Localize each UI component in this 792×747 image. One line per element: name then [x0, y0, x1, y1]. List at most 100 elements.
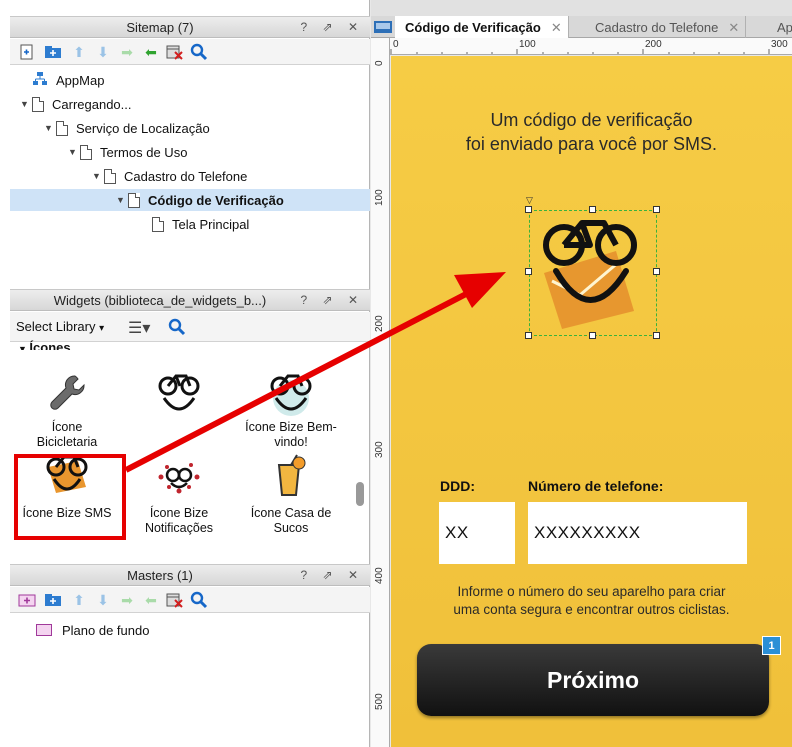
next-button[interactable]: Próximo [417, 644, 769, 716]
sitemap-item-content: ▼ Código de Verificação [10, 192, 284, 208]
sitemap-item-label: Tela Principal [172, 216, 250, 232]
triangle-down-icon[interactable]: ▼ [44, 123, 56, 133]
sitemap-item-content: ▼ Cadastro do Telefone [10, 168, 247, 184]
page-icon [80, 144, 92, 160]
master-move-up-icon[interactable]: ⬆ [70, 591, 88, 609]
resize-handle[interactable] [525, 268, 532, 275]
ruler-left: 0 100 200 300 400 500 [371, 38, 390, 747]
resize-handle[interactable] [653, 332, 660, 339]
widgets-scrollbar[interactable] [356, 482, 364, 506]
widget-icone-bize-notificacoes[interactable]: Ícone Bize Notificações [124, 450, 234, 536]
delete-master-icon[interactable] [166, 591, 184, 609]
heading-line-1: Um código de verificação [490, 110, 693, 130]
page-icon [56, 120, 68, 136]
triangle-down-icon[interactable]: ▼ [68, 147, 80, 157]
info-line-2: uma conta segura e encontrar outros cicl… [453, 602, 730, 617]
master-item-plano-de-fundo[interactable]: Plano de fundo [36, 619, 149, 641]
page-icon [152, 216, 164, 232]
ruler-top: 0 100 200 300 [390, 38, 792, 55]
tab-ap[interactable]: Ap [767, 16, 792, 38]
close-icon[interactable]: ✕ [728, 20, 739, 35]
page-icon [128, 192, 140, 208]
widget-icone-casa-de-sucos[interactable]: Ícone Casa de Sucos [236, 450, 346, 536]
triangle-down-icon[interactable]: ▼ [92, 171, 104, 181]
indent-icon[interactable]: ➡ [118, 43, 136, 61]
master-indent-icon[interactable]: ➡ [118, 591, 136, 609]
widget-label: Ícone Bize Notificações [144, 506, 214, 535]
ruler-label: 400 [374, 567, 385, 584]
sitemap-item[interactable]: AppMap [10, 69, 104, 91]
move-down-icon[interactable]: ⬇ [94, 43, 112, 61]
menu-icon[interactable]: ☰▾ [128, 318, 150, 338]
tab-label: Ap [777, 20, 792, 35]
add-folder-icon[interactable] [44, 43, 62, 61]
master-icon [36, 624, 52, 636]
sitemap-item[interactable]: ▼ Serviço de Localização [10, 117, 210, 139]
move-up-icon[interactable]: ⬆ [70, 43, 88, 61]
widget-label: Ícone Bicicletaria [36, 420, 98, 449]
juice-icon [236, 450, 346, 502]
bike-sms-icon [543, 220, 637, 329]
sitemap-item[interactable]: ▼ Código de Verificação [10, 189, 370, 211]
bike-smile-icon [124, 368, 234, 420]
widgets-toolbar: Select Library ▾ ☰▾ [10, 312, 370, 342]
resize-handle[interactable] [589, 206, 596, 213]
design-canvas[interactable]: Um código de verificação foi enviado par… [391, 56, 792, 747]
widget-icone-bize[interactable] [124, 368, 234, 420]
highlight-box [14, 454, 126, 540]
sitemap-item-label: AppMap [56, 72, 105, 88]
sitemap-item-content: ▼ Serviço de Localização [10, 120, 210, 136]
selected-bize-sms-icon[interactable] [529, 210, 657, 336]
resize-handle[interactable] [525, 332, 532, 339]
sitemap-item[interactable]: ▼ Carregando... [10, 93, 132, 115]
tab-codigo-de-verificacao[interactable]: Código de Verificação ✕ [395, 16, 569, 38]
master-search-icon[interactable] [190, 591, 208, 609]
outdent-icon[interactable]: ⬅ [142, 43, 160, 61]
wrench-icon [12, 368, 122, 420]
resize-handle[interactable] [525, 206, 532, 213]
sitemap-item-label: Termos de Uso [100, 144, 188, 160]
master-outdent-icon[interactable]: ⬅ [142, 591, 160, 609]
widgets-header: Widgets (biblioteca_de_widgets_b...) ? ⇗… [10, 289, 370, 311]
master-move-down-icon[interactable]: ⬇ [94, 591, 112, 609]
rotate-handle-icon[interactable]: ▽ [526, 195, 533, 206]
widget-icone-bize-bem-vindo[interactable]: Ícone Bize Bem-vindo! [236, 368, 346, 450]
ruler-label: 0 [374, 60, 385, 66]
add-master-icon[interactable] [18, 591, 36, 609]
top-strip [371, 0, 792, 16]
phone-input[interactable]: XXXXXXXXX [528, 502, 747, 564]
page-icon [32, 96, 44, 112]
sitemap-item-label: Código de Verificação [148, 192, 284, 208]
close-icon[interactable]: ✕ [551, 20, 562, 35]
triangle-down-icon: ▼ [18, 344, 30, 350]
select-library-label: Select Library [16, 319, 96, 334]
sitemap-item-label: Carregando... [52, 96, 132, 112]
triangle-down-icon[interactable]: ▼ [116, 195, 128, 205]
widget-search-icon[interactable] [168, 318, 186, 336]
tab-cadastro-do-telefone[interactable]: Cadastro do Telefone ✕ [585, 16, 747, 38]
resize-handle[interactable] [589, 332, 596, 339]
sitemap-item[interactable]: ▼ Termos de Uso [10, 141, 187, 163]
resize-handle[interactable] [653, 206, 660, 213]
resize-handle[interactable] [653, 268, 660, 275]
widgets-panel-controls[interactable]: ? ⇗ ✕ [301, 293, 364, 307]
sitemap-item[interactable]: Tela Principal [10, 213, 249, 235]
delete-page-icon[interactable] [166, 43, 184, 61]
ruler-label: 300 [374, 441, 385, 458]
widgets-title: Widgets (biblioteca_de_widgets_b...) [53, 293, 267, 308]
select-library-dropdown[interactable]: Select Library ▾ [16, 319, 104, 334]
left-panels: Sitemap (7) ? ⇗ ✕ ⬆ ⬇ ➡ ⬅ AppMap ▼ Carrega… [0, 0, 370, 747]
add-page-icon[interactable] [18, 43, 36, 61]
sitemap-panel-controls[interactable]: ? ⇗ ✕ [301, 20, 364, 34]
sitemap-item-label: Serviço de Localização [76, 120, 210, 136]
widget-icone-bicicletaria[interactable]: Ícone Bicicletaria [12, 368, 122, 450]
ddd-input[interactable]: XX [439, 502, 515, 564]
phone-label: Número de telefone: [528, 478, 664, 494]
triangle-down-icon[interactable]: ▼ [20, 99, 32, 109]
tabs-menu-icon[interactable] [373, 19, 393, 35]
sitemap-item[interactable]: ▼ Cadastro do Telefone [10, 165, 247, 187]
masters-panel-controls[interactable]: ? ⇗ ✕ [301, 568, 364, 582]
search-icon[interactable] [190, 43, 208, 61]
add-master-folder-icon[interactable] [44, 591, 62, 609]
widgets-section-label: ▼ Ícones [18, 340, 71, 350]
